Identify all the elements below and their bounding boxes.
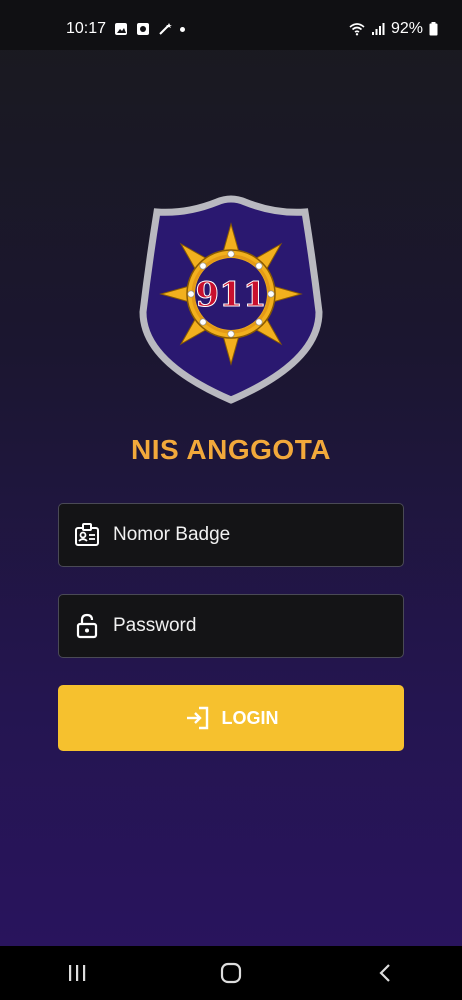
image-icon [115, 23, 128, 35]
status-time: 10:17 [66, 20, 107, 37]
wifi-icon [349, 23, 365, 36]
login-button[interactable]: LOGIN [58, 685, 404, 751]
home-icon [220, 962, 242, 984]
app-title: NIS ANGGOTA [131, 434, 331, 465]
recents-icon [69, 965, 86, 981]
lock-icon [76, 613, 98, 639]
login-icon [186, 706, 208, 730]
home-button[interactable] [201, 953, 261, 993]
system-nav-bar [0, 946, 462, 1000]
notification-icon [137, 23, 150, 35]
badge-input[interactable] [113, 524, 403, 546]
shield-badge-icon: 911 [139, 195, 323, 404]
back-icon [379, 964, 390, 982]
status-bar: 10:17 92% [0, 0, 462, 50]
login-screen: 10:17 92% 911 NIS ANGGOTA Nomor Badge LO… [0, 0, 462, 1000]
back-button[interactable] [355, 953, 415, 993]
password-field[interactable] [58, 594, 404, 658]
magic-wand-icon [159, 23, 173, 35]
status-right: 92% [349, 20, 438, 38]
battery-percent: 92% [390, 20, 423, 37]
battery-icon [429, 22, 438, 36]
logo-emblem-text: 911 [196, 275, 267, 315]
status-left: 10:17 [66, 20, 186, 38]
recents-button[interactable] [47, 953, 107, 993]
more-notifications-dot [180, 26, 186, 32]
badge-field[interactable] [58, 503, 404, 567]
password-input[interactable] [113, 615, 403, 637]
signal-icon [371, 23, 385, 35]
login-button-label: LOGIN [221, 707, 279, 728]
id-badge-icon [75, 523, 99, 546]
